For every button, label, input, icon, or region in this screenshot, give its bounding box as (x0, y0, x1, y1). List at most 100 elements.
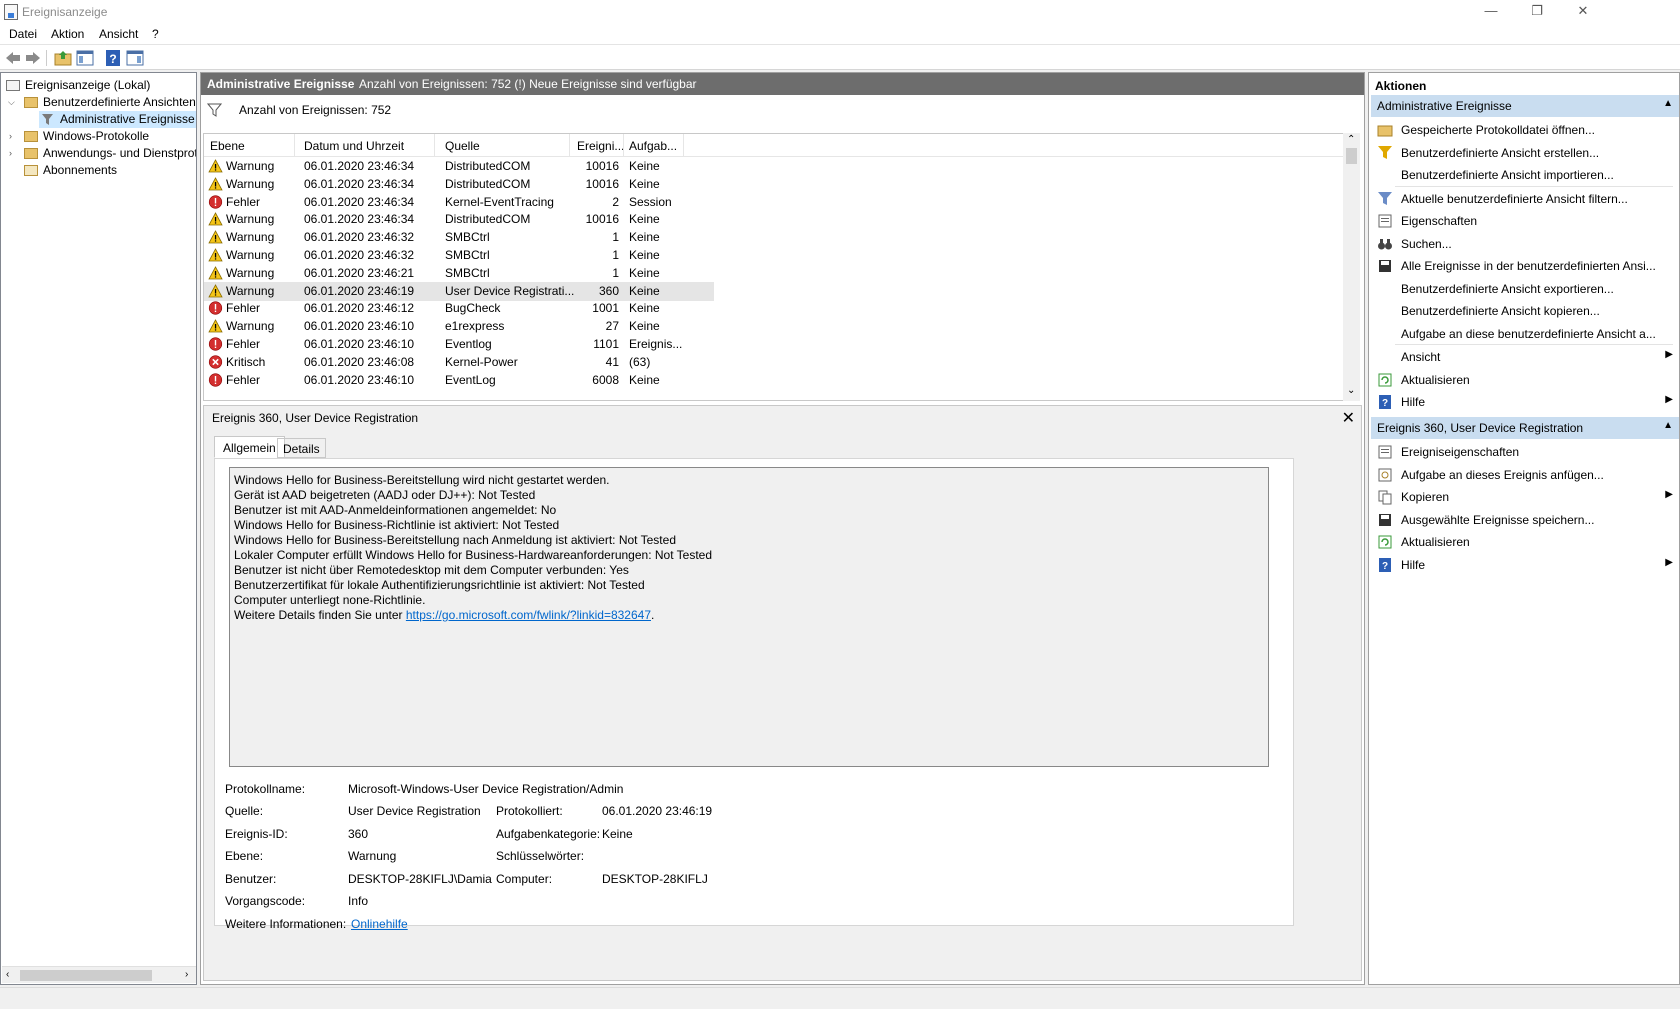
action-item[interactable]: Eigenschaften (1371, 209, 1679, 233)
prop-computer-value[interactable]: DESKTOP-28KIFLJ (602, 872, 708, 886)
column-separator[interactable] (569, 134, 570, 157)
forward-arrow-icon[interactable] (24, 49, 42, 67)
action-item[interactable]: Ansicht ▶ (1371, 345, 1679, 369)
event-row[interactable]: Warnung 06.01.2020 23:46:34 DistributedCOM… (204, 210, 714, 229)
action-item[interactable]: Benutzerdefinierte Ansicht importieren..… (1371, 163, 1679, 187)
action-item[interactable]: Ausgewählte Ereignisse speichern... (1371, 508, 1679, 532)
chevron-right-icon[interactable]: › (9, 128, 12, 145)
prop-source-value[interactable]: User Device Registration (348, 804, 481, 818)
tab-allgemein[interactable]: Allgemein (214, 436, 285, 458)
back-arrow-icon[interactable] (4, 49, 22, 67)
column-header-event-id[interactable]: Ereigni... (577, 139, 624, 153)
scrollbar-thumb[interactable] (1346, 148, 1357, 164)
event-row[interactable]: Warnung 06.01.2020 23:46:10 e1rexpress 27 Ke… (204, 317, 714, 336)
prop-level-value[interactable]: Warnung (348, 849, 396, 863)
action-item[interactable]: Benutzerdefinierte Ansicht kopieren... (1371, 299, 1679, 323)
action-item[interactable]: Gespeicherte Protokolldatei öffnen... (1371, 118, 1679, 142)
chevron-down-icon[interactable]: ⌵ (8, 94, 15, 111)
column-separator[interactable] (623, 134, 624, 157)
event-list: Ebene Datum und Uhrzeit Quelle Ereigni..… (203, 133, 1344, 401)
prop-taskcat-value[interactable]: Keine (602, 827, 633, 841)
action-item[interactable]: Suchen... (1371, 232, 1679, 256)
menu-datei[interactable]: Datei (9, 27, 37, 41)
save-icon (1379, 513, 1391, 526)
action-item[interactable]: Ereigniseigenschaften (1371, 440, 1679, 464)
action-item[interactable]: Aufgabe an diese benutzerdefinierte Ansi… (1371, 322, 1679, 346)
event-row[interactable]: Warnung 06.01.2020 23:46:32 SMBCtrl 1 Keine (204, 228, 714, 247)
chevron-right-icon[interactable]: › (9, 145, 12, 162)
tree-item-root[interactable]: Ereignisanzeige (Lokal) (1, 77, 196, 94)
tree-item-windows-logs[interactable]: › Windows-Protokolle (1, 128, 196, 145)
show-hide-action-pane-icon[interactable] (126, 49, 144, 67)
show-hide-tree-icon[interactable] (76, 49, 94, 67)
scroll-down-icon[interactable]: ⌄ (1347, 385, 1355, 396)
event-row[interactable]: Warnung 06.01.2020 23:46:34 DistributedCOM… (204, 175, 714, 194)
column-header-source[interactable]: Quelle (445, 139, 480, 153)
close-button[interactable]: ✕ (1560, 0, 1606, 24)
menu-aktion[interactable]: Aktion (51, 27, 84, 41)
event-list-vertical-scrollbar[interactable]: ⌃ ⌄ (1343, 133, 1360, 401)
toolbar-separator (46, 50, 47, 66)
action-item[interactable]: Aktualisieren (1371, 530, 1679, 554)
tree-item-subscriptions[interactable]: Abonnements (1, 162, 196, 179)
action-item[interactable]: ? Hilfe ▶ (1371, 553, 1679, 577)
column-header-level[interactable]: Ebene (210, 139, 245, 153)
action-item[interactable]: Benutzerdefinierte Ansicht exportieren..… (1371, 277, 1679, 301)
prop-eventid-label: Ereignis-ID: (225, 827, 288, 841)
menu-help[interactable]: ? (152, 27, 159, 41)
scroll-left-icon[interactable]: ‹ (6, 969, 9, 980)
event-row[interactable]: Warnung 06.01.2020 23:46:32 SMBCtrl 1 Keine (204, 246, 714, 265)
tree-item-app-logs[interactable]: › Anwendungs- und Dienstprotokolle (1, 145, 196, 162)
action-item[interactable]: Benutzerdefinierte Ansicht erstellen... (1371, 141, 1679, 165)
tree-label: Anwendungs- und Dienstprotokolle (43, 146, 196, 160)
fwlink-link[interactable]: https://go.microsoft.com/fwlink/?linkid=… (406, 608, 651, 622)
event-message[interactable]: Windows Hello for Business-Bereitstellun… (229, 467, 1269, 767)
online-help-link[interactable]: Onlinehilfe (351, 917, 408, 931)
prop-opcode-value[interactable]: Info (348, 894, 368, 908)
row-task: Keine (629, 212, 660, 227)
folder-up-icon[interactable] (54, 49, 72, 67)
action-item[interactable]: Alle Ereignisse in der benutzerdefiniert… (1371, 254, 1679, 278)
action-item[interactable]: ? Hilfe ▶ (1371, 390, 1679, 414)
column-header-date[interactable]: Datum und Uhrzeit (304, 139, 404, 153)
prop-logname-value[interactable]: Microsoft-Windows-User Device Registrati… (348, 782, 623, 796)
event-row[interactable]: Warnung 06.01.2020 23:46:19 User Device Re… (204, 281, 714, 301)
column-separator[interactable] (294, 134, 295, 157)
action-item[interactable]: Aktualisieren (1371, 368, 1679, 392)
actions-section-event[interactable]: Ereignis 360, User Device Registration ▲ (1371, 417, 1679, 439)
menu-ansicht[interactable]: Ansicht (99, 27, 138, 41)
collapse-up-icon[interactable]: ▲ (1663, 98, 1673, 109)
event-row[interactable]: Fehler 06.01.2020 23:46:10 Eventlog 1101 Ere… (204, 335, 714, 354)
action-item[interactable]: Kopieren ▶ (1371, 485, 1679, 509)
prop-logged-value[interactable]: 06.01.2020 23:46:19 (602, 804, 712, 818)
tab-details[interactable]: Details (277, 438, 326, 458)
prop-user-value[interactable]: DESKTOP-28KIFLJ\Damia (348, 872, 492, 886)
actions-section-admin-events[interactable]: Administrative Ereignisse ▲ (1371, 95, 1679, 117)
scroll-right-icon[interactable]: › (185, 969, 188, 980)
row-event-id: 1101 (593, 337, 619, 351)
column-header-task[interactable]: Aufgab... (629, 139, 677, 153)
event-row[interactable]: Fehler 06.01.2020 23:46:10 EventLog 6008 Kei… (204, 371, 714, 390)
restore-button[interactable]: ❐ (1514, 0, 1560, 24)
scroll-up-icon[interactable]: ⌃ (1347, 134, 1355, 145)
tree-item-admin-events[interactable]: Administrative Ereignisse (39, 111, 196, 128)
tree-item-custom-views[interactable]: ⌵ Benutzerdefinierte Ansichten (1, 94, 196, 111)
event-row[interactable]: Fehler 06.01.2020 23:46:34 Kernel-EventTra… (204, 193, 714, 212)
menu-bar: Datei Aktion Ansicht ? (0, 24, 1680, 44)
close-detail-button[interactable]: ✕ (1342, 408, 1355, 428)
message-line: Windows Hello for Business-Richtlinie is… (234, 518, 560, 532)
event-row[interactable]: Warnung 06.01.2020 23:46:21 SMBCtrl 1 Keine (204, 264, 714, 283)
column-separator[interactable] (683, 134, 684, 157)
event-row[interactable]: Kritisch 06.01.2020 23:46:08 Kernel-Power 4… (204, 353, 714, 372)
action-item[interactable]: Aktuelle benutzerdefinierte Ansicht filt… (1371, 187, 1679, 211)
help-icon[interactable]: ? (104, 49, 122, 67)
scrollbar-thumb[interactable] (20, 970, 152, 981)
prop-eventid-value[interactable]: 360 (348, 827, 368, 841)
column-separator[interactable] (434, 134, 435, 157)
event-row[interactable]: Warnung 06.01.2020 23:46:34 DistributedCOM… (204, 157, 714, 176)
collapse-up-icon[interactable]: ▲ (1663, 420, 1673, 431)
action-item[interactable]: Aufgabe an dieses Ereignis anfügen... (1371, 463, 1679, 487)
minimize-button[interactable]: — (1468, 0, 1514, 24)
event-row[interactable]: Fehler 06.01.2020 23:46:12 BugCheck 1001 Kei… (204, 299, 714, 318)
tree-horizontal-scrollbar[interactable]: ‹ › (2, 966, 196, 983)
